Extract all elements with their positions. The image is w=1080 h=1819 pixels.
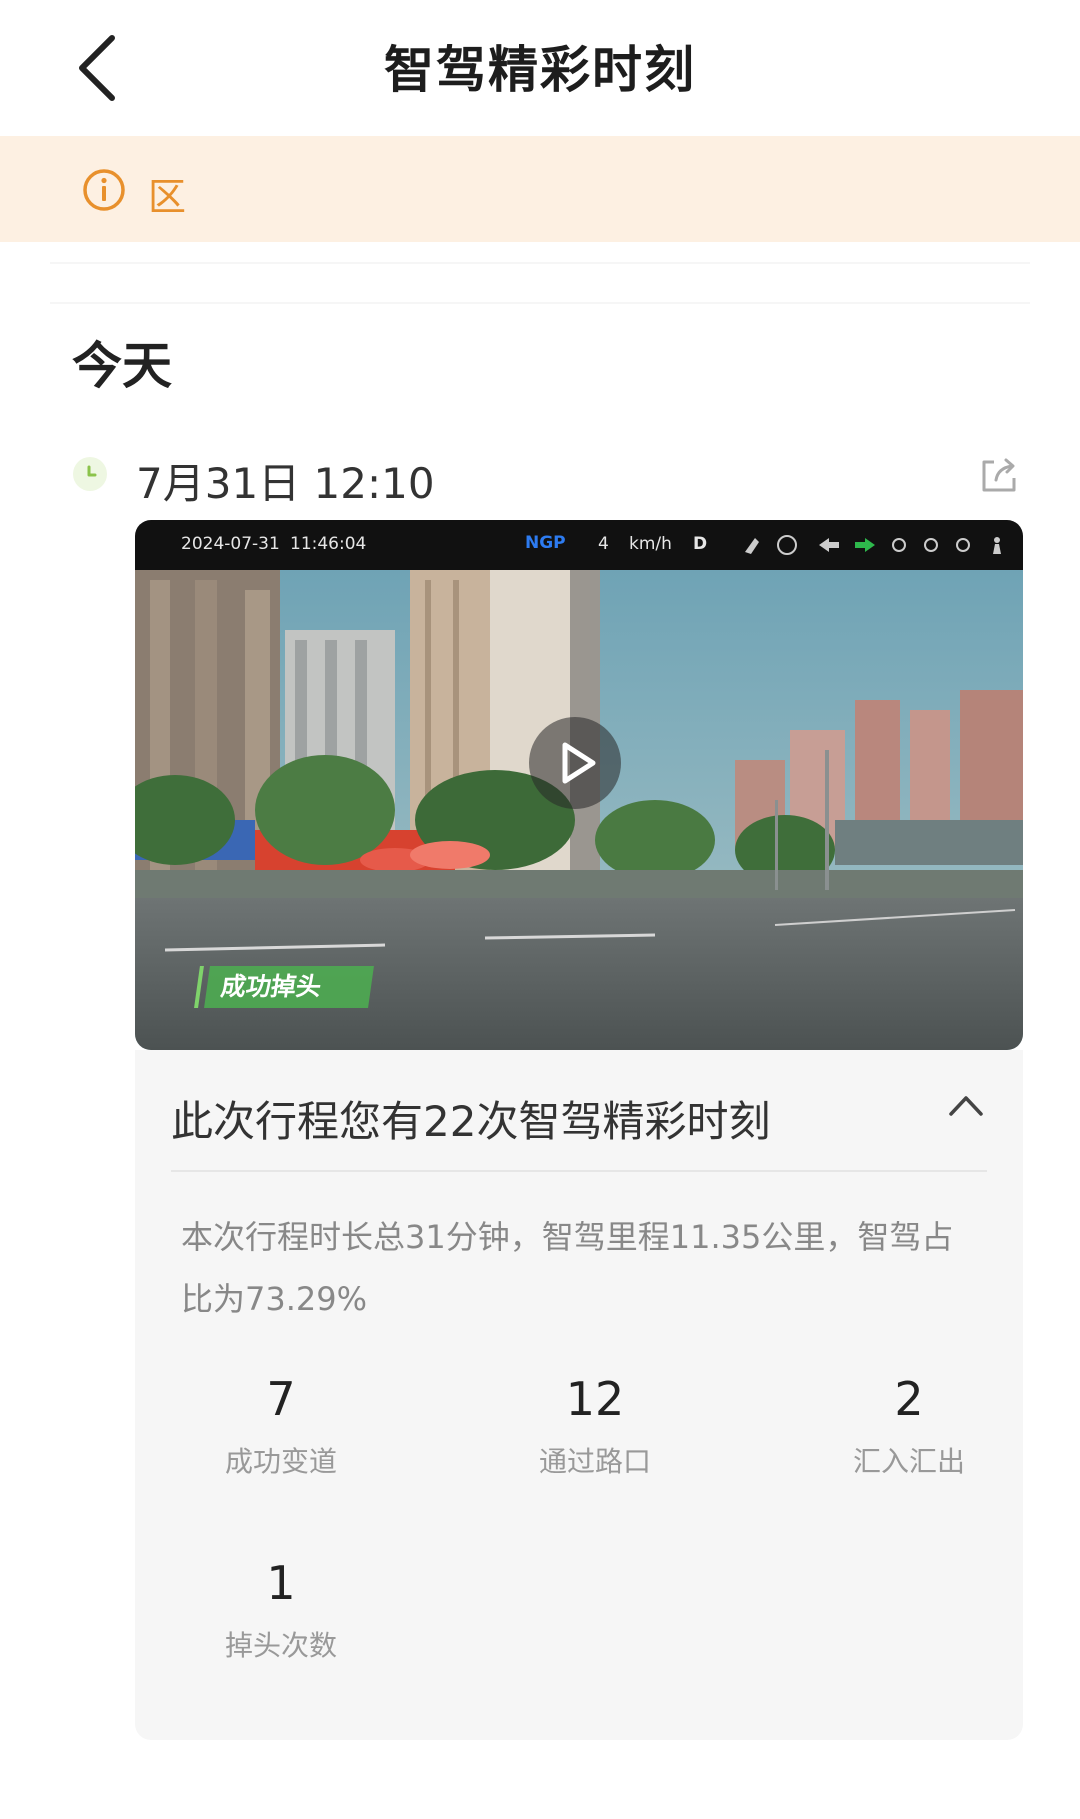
stat-intersection: 12 通过路口 [485, 1372, 705, 1480]
video-time: 11:46:04 [290, 534, 367, 554]
dashboard-status-icons [745, 535, 1001, 555]
stat-value: 7 [266, 1372, 296, 1426]
stat-u-turn: 1 掉头次数 [171, 1556, 391, 1664]
stat-value: 2 [894, 1372, 924, 1426]
section-title-today: 今天 [72, 337, 172, 395]
play-icon [529, 717, 621, 809]
video-gear: D [693, 534, 708, 554]
divider [50, 262, 1030, 264]
trip-summary-card: 此次行程您有22次智驾精彩时刻 本次行程时长总31分钟，智驾里程11.35公里，… [135, 1050, 1023, 1740]
video-speed: 4 [598, 534, 609, 554]
page-title: 智驾精彩时刻 [384, 41, 696, 99]
summary-title: 此次行程您有22次智驾精彩时刻 [171, 1097, 771, 1146]
stat-label: 通过路口 [538, 1445, 651, 1478]
trip-timestamp: 7月31日 12:10 [136, 459, 435, 508]
play-button[interactable] [527, 715, 623, 815]
stat-label: 成功变道 [224, 1445, 337, 1478]
share-button[interactable] [978, 454, 1020, 500]
summary-divider [171, 1170, 987, 1172]
stat-merge: 2 汇入汇出 [799, 1372, 1019, 1480]
stat-label: 汇入汇出 [852, 1445, 965, 1478]
stat-lane-change: 7 成功变道 [171, 1372, 391, 1480]
stat-value: 1 [266, 1556, 296, 1610]
header-bar: 智驾精彩时刻 [0, 0, 1080, 136]
ngp-badge: NGP [525, 533, 566, 553]
chevron-up-icon [949, 1096, 983, 1116]
video-status-bar: 2024-07-31 11:46:04 NGP 4 km/h D [135, 520, 1023, 570]
stat-label: 掉头次数 [224, 1629, 337, 1662]
video-date: 2024-07-31 [181, 534, 280, 554]
summary-description: 本次行程时长总31分钟，智驾里程11.35公里，智驾占比为73.29% [181, 1218, 954, 1318]
collapse-button[interactable] [947, 1092, 985, 1122]
stat-value: 12 [565, 1372, 625, 1426]
divider [50, 302, 1030, 304]
video-speed-unit: km/h [629, 534, 672, 554]
info-icon [83, 169, 125, 211]
highlight-tag: 成功掉头 [204, 966, 374, 1008]
notice-text: 区 [148, 175, 187, 219]
clock-icon [73, 457, 107, 491]
video-thumbnail[interactable]: 2024-07-31 11:46:04 NGP 4 km/h D 成功掉头 [135, 520, 1023, 1050]
share-icon [982, 458, 1016, 492]
